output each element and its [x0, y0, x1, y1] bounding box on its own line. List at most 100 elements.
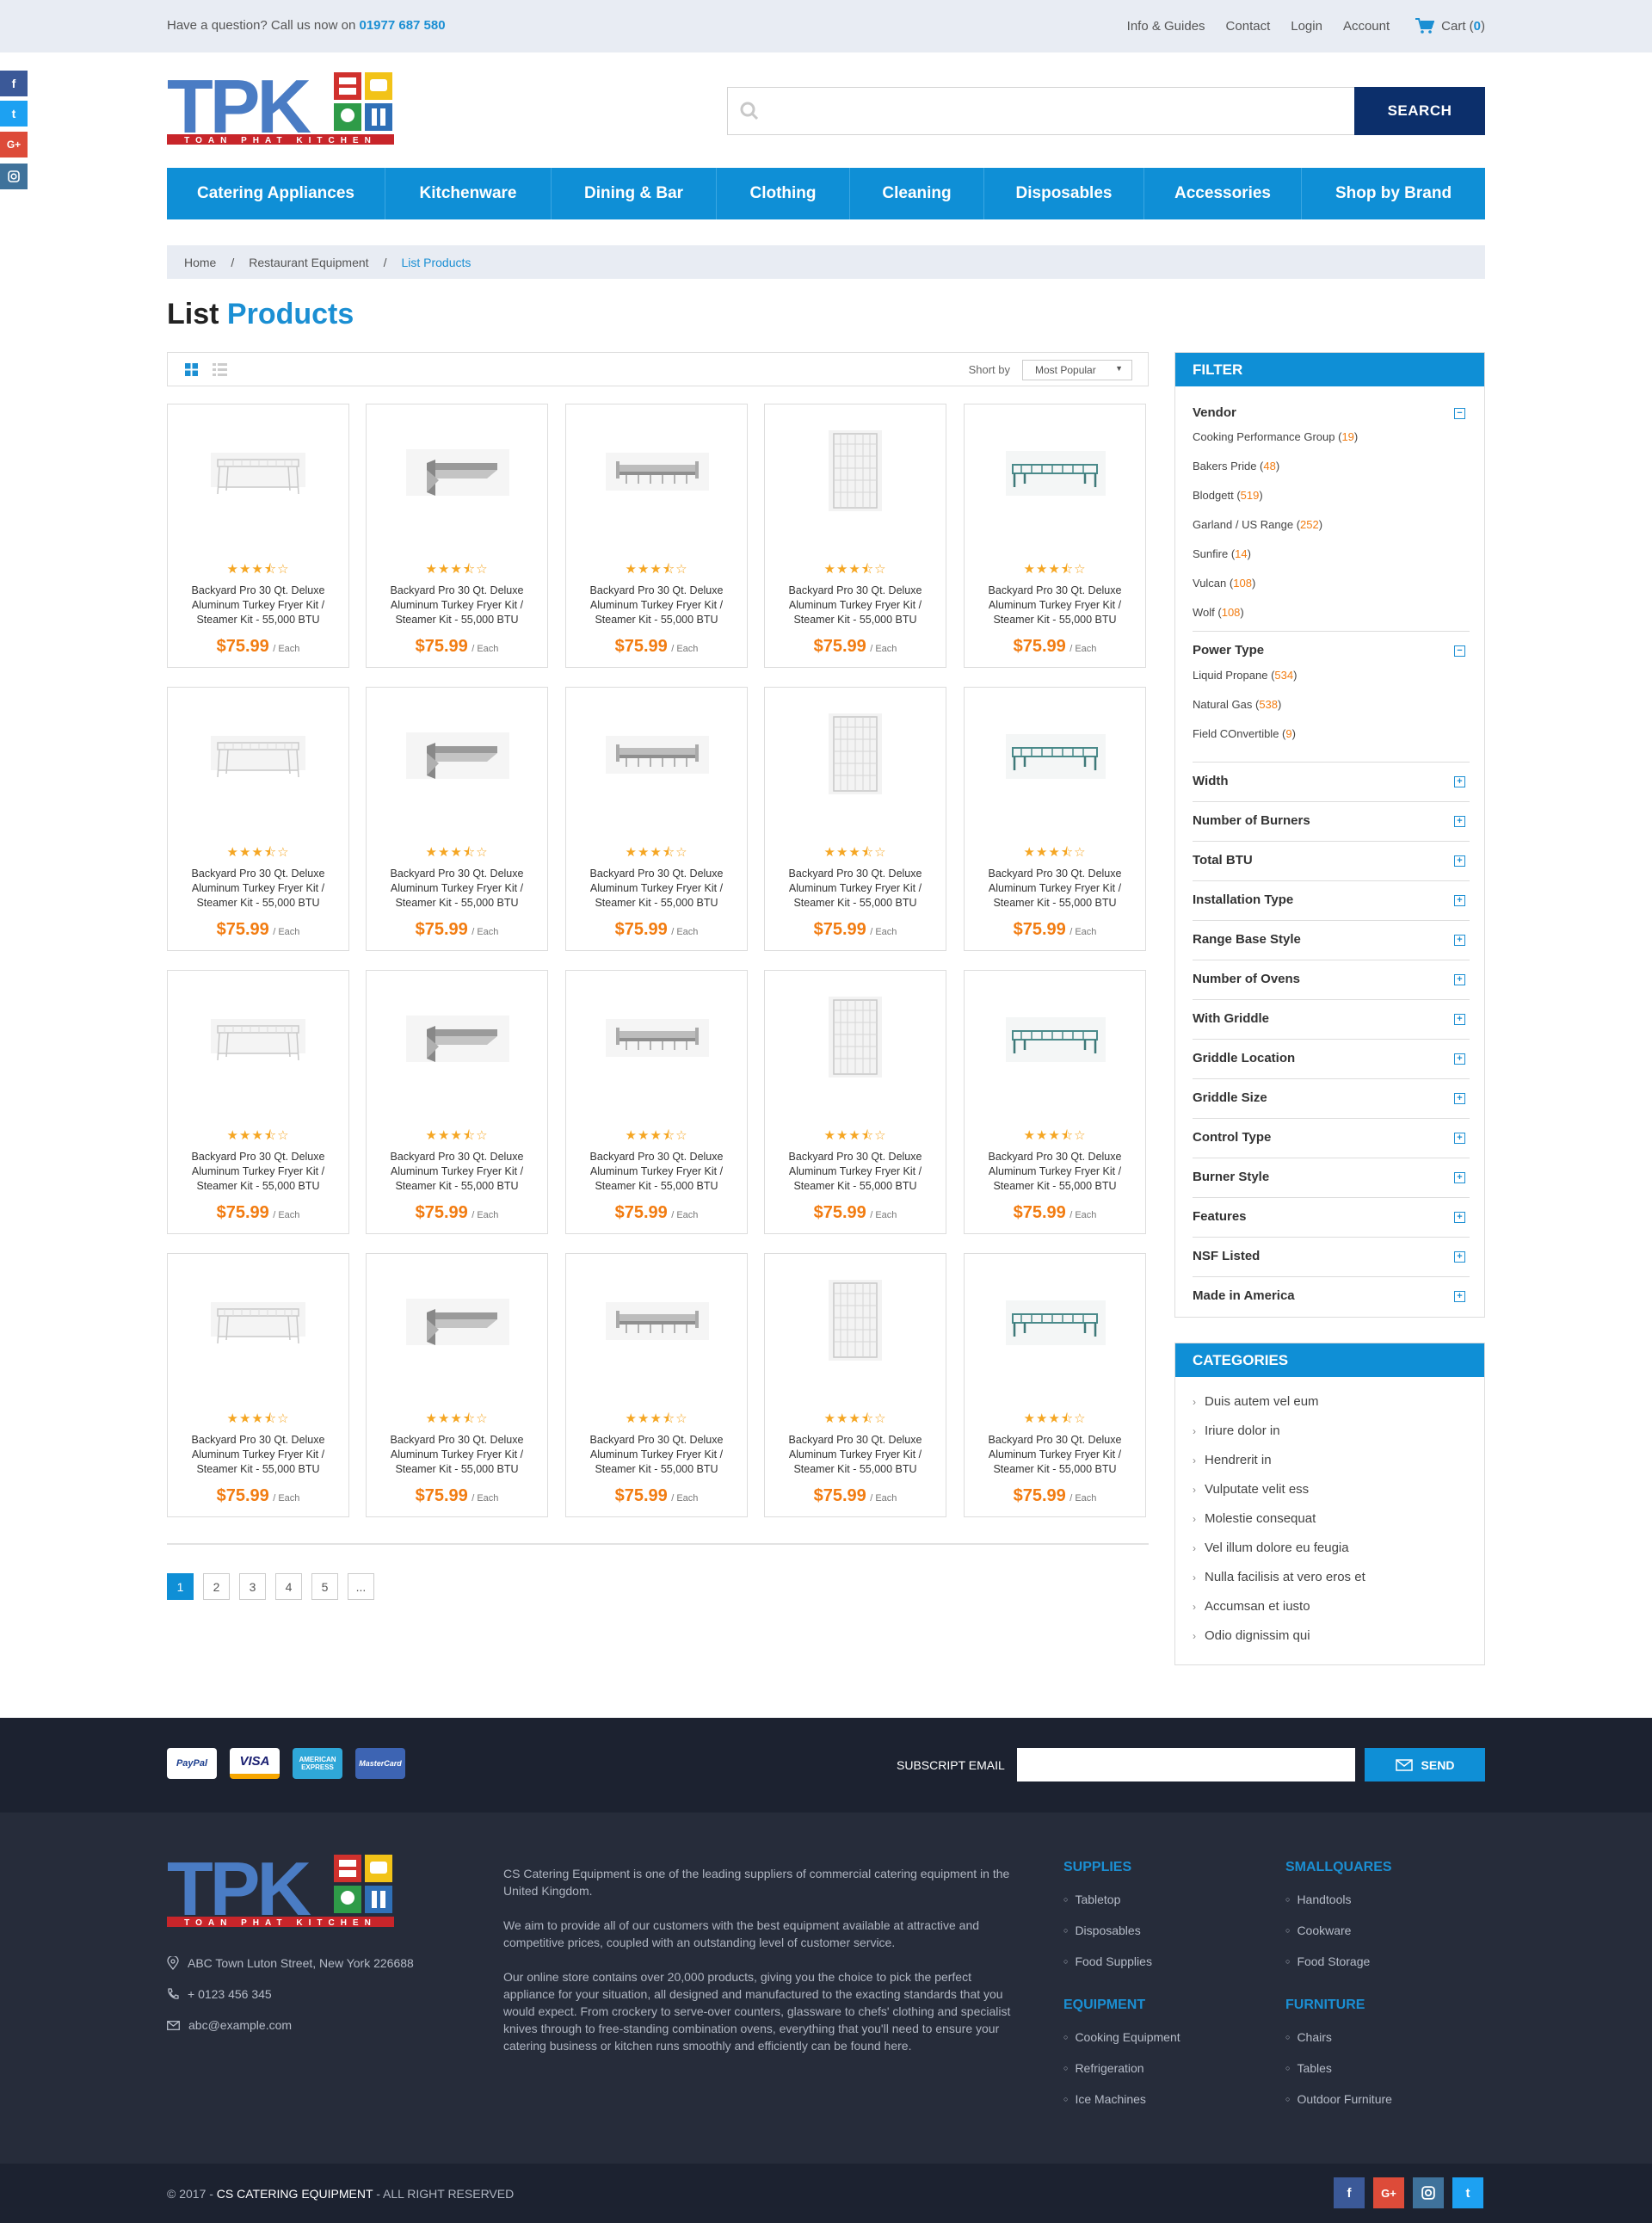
product-name[interactable]: Backyard Pro 30 Qt. Deluxe Aluminum Turk…: [973, 867, 1137, 911]
product-image[interactable]: [601, 710, 712, 796]
filter-option[interactable]: Field COnvertible (9): [1193, 727, 1296, 740]
filter-group-burner-style[interactable]: Burner Style +: [1193, 1158, 1470, 1198]
product-card[interactable]: ★★★⯪☆ Backyard Pro 30 Qt. Deluxe Aluminum…: [167, 687, 349, 951]
nav-accessories[interactable]: Accessories: [1144, 168, 1302, 219]
product-name[interactable]: Backyard Pro 30 Qt. Deluxe Aluminum Turk…: [176, 584, 340, 627]
product-card[interactable]: ★★★⯪☆ Backyard Pro 30 Qt. Deluxe Aluminum…: [565, 1253, 748, 1517]
product-card[interactable]: ★★★⯪☆ Backyard Pro 30 Qt. Deluxe Aluminum…: [964, 1253, 1146, 1517]
product-card[interactable]: ★★★⯪☆ Backyard Pro 30 Qt. Deluxe Aluminum…: [964, 404, 1146, 668]
product-image[interactable]: [999, 993, 1111, 1079]
filter-group-title[interactable]: Made in America: [1193, 1288, 1295, 1303]
category-item[interactable]: › Vel illum dolore eu feugia: [1193, 1541, 1349, 1555]
footer-link[interactable]: Cooking Equipment: [1063, 2030, 1180, 2044]
footer-link[interactable]: Tables: [1285, 2061, 1331, 2075]
filter-group-griddle-size[interactable]: Griddle Size +: [1193, 1079, 1470, 1119]
expand-icon[interactable]: +: [1454, 1251, 1465, 1263]
filter-option[interactable]: Natural Gas (538): [1193, 698, 1281, 711]
top-link-account[interactable]: Account: [1343, 19, 1390, 34]
category-item[interactable]: › Hendrerit in: [1193, 1453, 1272, 1467]
footer-facebook-icon[interactable]: f: [1334, 2177, 1365, 2208]
filter-group-title[interactable]: Burner Style: [1193, 1170, 1269, 1184]
product-name[interactable]: Backyard Pro 30 Qt. Deluxe Aluminum Turk…: [375, 584, 539, 627]
collapse-icon[interactable]: −: [1454, 645, 1465, 657]
footer-link[interactable]: Tabletop: [1063, 1893, 1120, 1906]
side-twitter-icon[interactable]: t: [0, 101, 28, 127]
grid-view-icon[interactable]: [185, 363, 198, 376]
filter-group-nsf-listed[interactable]: NSF Listed +: [1193, 1238, 1470, 1277]
product-card[interactable]: ★★★⯪☆ Backyard Pro 30 Qt. Deluxe Aluminum…: [366, 1253, 548, 1517]
product-card[interactable]: ★★★⯪☆ Backyard Pro 30 Qt. Deluxe Aluminum…: [764, 404, 946, 668]
footer-instagram-icon[interactable]: [1413, 2177, 1444, 2208]
product-name[interactable]: Backyard Pro 30 Qt. Deluxe Aluminum Turk…: [375, 1433, 539, 1477]
product-name[interactable]: Backyard Pro 30 Qt. Deluxe Aluminum Turk…: [575, 1150, 738, 1194]
filter-option[interactable]: Sunfire (14): [1193, 547, 1251, 560]
nav-kitchenware[interactable]: Kitchenware: [385, 168, 552, 219]
filter-group-width[interactable]: Width +: [1193, 763, 1470, 802]
product-name[interactable]: Backyard Pro 30 Qt. Deluxe Aluminum Turk…: [774, 867, 937, 911]
product-card[interactable]: ★★★⯪☆ Backyard Pro 30 Qt. Deluxe Aluminum…: [764, 1253, 946, 1517]
filter-option[interactable]: Blodgett (519): [1193, 489, 1263, 502]
filter-group-griddle-location[interactable]: Griddle Location +: [1193, 1040, 1470, 1079]
product-image[interactable]: [202, 993, 314, 1079]
product-card[interactable]: ★★★⯪☆ Backyard Pro 30 Qt. Deluxe Aluminum…: [764, 687, 946, 951]
product-image[interactable]: [999, 1276, 1111, 1362]
subscribe-email-input[interactable]: [1017, 1748, 1355, 1781]
product-name[interactable]: Backyard Pro 30 Qt. Deluxe Aluminum Turk…: [774, 1150, 937, 1194]
product-card[interactable]: ★★★⯪☆ Backyard Pro 30 Qt. Deluxe Aluminum…: [565, 687, 748, 951]
product-card[interactable]: ★★★⯪☆ Backyard Pro 30 Qt. Deluxe Aluminum…: [167, 970, 349, 1234]
product-card[interactable]: ★★★⯪☆ Backyard Pro 30 Qt. Deluxe Aluminum…: [565, 970, 748, 1234]
breadcrumb-restaurant-equipment[interactable]: Restaurant Equipment: [249, 256, 368, 269]
product-card[interactable]: ★★★⯪☆ Backyard Pro 30 Qt. Deluxe Aluminum…: [964, 687, 1146, 951]
footer-link[interactable]: Food Supplies: [1063, 1954, 1152, 1968]
filter-group-title[interactable]: Vendor: [1193, 405, 1236, 420]
expand-icon[interactable]: +: [1454, 1212, 1465, 1223]
footer-link[interactable]: Disposables: [1063, 1924, 1140, 1937]
category-item[interactable]: › Nulla facilisis at vero eros et: [1193, 1570, 1365, 1584]
expand-icon[interactable]: +: [1454, 974, 1465, 985]
top-link-login[interactable]: Login: [1291, 19, 1322, 34]
nav-catering-appliances[interactable]: Catering Appliances: [167, 168, 385, 219]
filter-group-title[interactable]: Width: [1193, 774, 1229, 788]
product-name[interactable]: Backyard Pro 30 Qt. Deluxe Aluminum Turk…: [575, 1433, 738, 1477]
product-image[interactable]: [799, 993, 911, 1079]
nav-cleaning[interactable]: Cleaning: [850, 168, 984, 219]
filter-group-title[interactable]: Features: [1193, 1209, 1247, 1224]
product-image[interactable]: [799, 1276, 911, 1362]
product-name[interactable]: Backyard Pro 30 Qt. Deluxe Aluminum Turk…: [176, 1433, 340, 1477]
product-image[interactable]: [202, 1276, 314, 1362]
expand-icon[interactable]: +: [1454, 855, 1465, 867]
product-image[interactable]: [601, 1276, 712, 1362]
filter-group-control-type[interactable]: Control Type +: [1193, 1119, 1470, 1158]
filter-group-title[interactable]: Griddle Location: [1193, 1051, 1295, 1065]
footer-link[interactable]: Ice Machines: [1063, 2092, 1145, 2106]
side-facebook-icon[interactable]: f: [0, 71, 28, 96]
breadcrumb-home[interactable]: Home: [184, 256, 216, 269]
product-name[interactable]: Backyard Pro 30 Qt. Deluxe Aluminum Turk…: [575, 867, 738, 911]
filter-option[interactable]: Garland / US Range (252): [1193, 518, 1322, 531]
filter-group-made-in-america[interactable]: Made in America +: [1193, 1277, 1470, 1317]
page-2-button[interactable]: 2: [203, 1573, 230, 1600]
product-image[interactable]: [601, 427, 712, 513]
product-image[interactable]: [401, 710, 513, 796]
product-name[interactable]: Backyard Pro 30 Qt. Deluxe Aluminum Turk…: [176, 1150, 340, 1194]
list-view-icon[interactable]: [213, 363, 227, 376]
product-card[interactable]: ★★★⯪☆ Backyard Pro 30 Qt. Deluxe Aluminum…: [167, 404, 349, 668]
sort-select[interactable]: Most Popular ▼: [1022, 360, 1132, 380]
product-image[interactable]: [202, 710, 314, 796]
expand-icon[interactable]: +: [1454, 1093, 1465, 1104]
page-4-button[interactable]: 4: [275, 1573, 302, 1600]
category-item[interactable]: › Molestie consequat: [1193, 1511, 1316, 1526]
filter-group-with-griddle[interactable]: With Griddle +: [1193, 1000, 1470, 1040]
collapse-icon[interactable]: −: [1454, 408, 1465, 419]
page-3-button[interactable]: 3: [239, 1573, 266, 1600]
category-item[interactable]: › Accumsan et iusto: [1193, 1599, 1310, 1614]
expand-icon[interactable]: +: [1454, 1133, 1465, 1144]
filter-group-range-base-style[interactable]: Range Base Style +: [1193, 921, 1470, 960]
product-name[interactable]: Backyard Pro 30 Qt. Deluxe Aluminum Turk…: [774, 584, 937, 627]
expand-icon[interactable]: +: [1454, 816, 1465, 827]
category-item[interactable]: › Odio dignissim qui: [1193, 1628, 1310, 1643]
filter-group-title[interactable]: With Griddle: [1193, 1011, 1269, 1026]
product-image[interactable]: [401, 1276, 513, 1362]
footer-email-text[interactable]: abc@example.com: [188, 2018, 292, 2032]
filter-option[interactable]: Liquid Propane (534): [1193, 669, 1297, 682]
